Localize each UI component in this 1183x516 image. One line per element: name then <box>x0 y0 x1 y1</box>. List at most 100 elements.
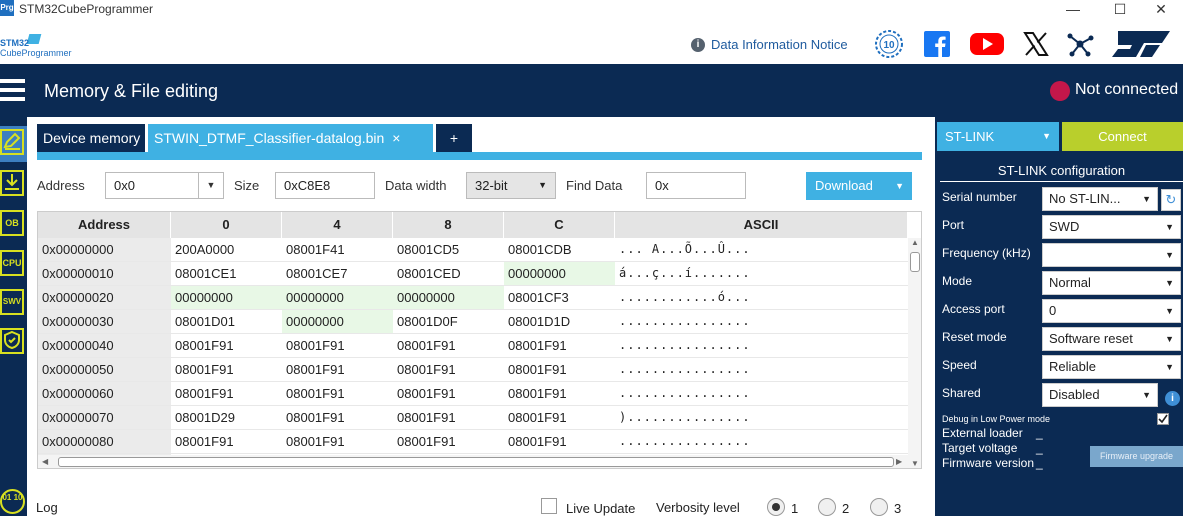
data-cell[interactable]: 08001CED <box>393 262 504 285</box>
table-row[interactable]: 0x00000080 08001F91 08001F91 08001F91 08001F… <box>38 430 908 454</box>
table-row[interactable]: 0x00000000 200A0000 08001F41 08001CD5 08001C… <box>38 238 908 262</box>
config-select[interactable]: Normal ▼ <box>1042 271 1181 295</box>
verbosity-radio-1[interactable] <box>767 498 785 516</box>
horizontal-scroll-thumb[interactable] <box>58 457 894 467</box>
download-button[interactable]: Download ▼ <box>806 172 912 200</box>
ascii-cell[interactable]: ... A...Õ...Û... <box>615 238 908 261</box>
scroll-left-icon[interactable]: ◀ <box>42 457 48 466</box>
interface-select[interactable]: ST-LINK ▼ <box>937 122 1059 151</box>
x-icon[interactable] <box>1023 31 1049 57</box>
data-cell[interactable]: 08001F91 <box>282 430 393 453</box>
ascii-cell[interactable]: ................ <box>615 430 908 453</box>
size-input[interactable]: 0xC8E8 <box>275 172 375 199</box>
security-shield-icon[interactable] <box>0 328 24 354</box>
vertical-scrollbar[interactable]: ▲ ▼ <box>908 238 921 468</box>
youtube-icon[interactable] <box>969 31 1005 57</box>
data-information-notice-link[interactable]: Data Information Notice <box>711 37 848 52</box>
data-cell[interactable]: 08001F91 <box>393 406 504 429</box>
firmware-upgrade-button[interactable]: Firmware upgrade <box>1090 446 1183 467</box>
address-input[interactable]: 0x0 ▼ <box>105 172 224 199</box>
data-cell[interactable]: 08001F91 <box>393 358 504 381</box>
close-window-button[interactable]: ✕ <box>1139 0 1183 20</box>
data-cell[interactable]: 08001F91 <box>282 334 393 357</box>
config-select[interactable]: 0 ▼ <box>1042 299 1181 323</box>
swv-icon[interactable]: SWV <box>0 289 24 315</box>
config-select[interactable]: No ST-LIN... ▼ <box>1042 187 1158 211</box>
data-cell[interactable]: 08001F91 <box>171 358 282 381</box>
cpu-icon[interactable]: CPU <box>0 250 24 276</box>
live-update-checkbox[interactable] <box>541 498 557 514</box>
data-cell[interactable]: 00000000 <box>504 262 615 285</box>
table-row[interactable]: 0x00000020 00000000 00000000 00000000 08001C… <box>38 286 908 310</box>
debug-low-power-checkbox[interactable] <box>1157 413 1169 425</box>
data-cell[interactable]: 08001F91 <box>282 358 393 381</box>
data-cell[interactable]: 00000000 <box>171 286 282 309</box>
data-cell[interactable]: 08001D29 <box>171 406 282 429</box>
connect-button[interactable]: Connect <box>1062 122 1183 151</box>
data-cell[interactable]: 08001CF3 <box>504 286 615 309</box>
table-row[interactable]: 0x00000050 08001F91 08001F91 08001F91 08001F… <box>38 358 908 382</box>
data-cell[interactable]: 08001F91 <box>504 358 615 381</box>
maximize-button[interactable]: ☐ <box>1098 0 1142 20</box>
data-cell[interactable]: 08001F91 <box>171 382 282 405</box>
scroll-down-icon[interactable]: ▼ <box>911 459 919 468</box>
config-select[interactable]: Disabled ▼ <box>1042 383 1158 407</box>
info-icon[interactable]: i <box>691 38 705 52</box>
data-cell[interactable]: 200A0000 <box>171 238 282 261</box>
ascii-cell[interactable]: ................ <box>615 358 908 381</box>
verbosity-radio-3[interactable] <box>870 498 888 516</box>
ascii-cell[interactable]: ................ <box>615 334 908 357</box>
data-cell[interactable]: 08001D0F <box>393 310 504 333</box>
ascii-cell[interactable]: ............ó... <box>615 286 908 309</box>
info-icon[interactable]: i <box>1165 391 1180 406</box>
add-tab-button[interactable]: + <box>436 124 472 152</box>
find-data-input[interactable]: 0x <box>646 172 746 199</box>
config-select[interactable]: Reliable ▼ <box>1042 355 1181 379</box>
refresh-icon[interactable]: ↻ <box>1161 189 1181 211</box>
close-tab-icon[interactable]: × <box>392 130 400 146</box>
option-bytes-icon[interactable]: OB <box>0 210 24 236</box>
ascii-cell[interactable]: ................ <box>615 382 908 405</box>
table-row[interactable]: 0x00000040 08001F91 08001F91 08001F91 08001F… <box>38 334 908 358</box>
network-icon[interactable] <box>1066 30 1094 58</box>
data-cell[interactable]: 08001F91 <box>282 382 393 405</box>
table-row[interactable]: 0x00000070 08001D29 08001F91 08001F91 08001F… <box>38 406 908 430</box>
chevron-down-icon[interactable]: ▼ <box>895 172 904 200</box>
data-cell[interactable]: 08001D1D <box>504 310 615 333</box>
facebook-icon[interactable] <box>924 31 950 57</box>
data-cell[interactable]: 08001CDB <box>504 238 615 261</box>
data-cell[interactable]: 08001CD5 <box>393 238 504 261</box>
config-select[interactable]: SWD ▼ <box>1042 215 1181 239</box>
anniversary-badge-icon[interactable]: 10 <box>874 29 904 59</box>
data-cell[interactable]: 00000000 <box>393 286 504 309</box>
vertical-scroll-thumb[interactable] <box>910 252 920 272</box>
data-cell[interactable]: 08001D01 <box>171 310 282 333</box>
data-cell[interactable]: 08001F91 <box>171 334 282 357</box>
data-cell[interactable]: 08001F91 <box>393 430 504 453</box>
data-cell[interactable]: 08001F91 <box>393 382 504 405</box>
table-row[interactable]: 0x00000060 08001F91 08001F91 08001F91 08001F… <box>38 382 908 406</box>
ascii-cell[interactable]: á...ç...í....... <box>615 262 908 285</box>
minimize-button[interactable]: — <box>1051 0 1095 20</box>
data-cell[interactable]: 08001CE7 <box>282 262 393 285</box>
data-width-select[interactable]: 32-bit ▼ <box>466 172 556 199</box>
data-cell[interactable]: 08001CE1 <box>171 262 282 285</box>
data-cell[interactable]: 08001F91 <box>504 382 615 405</box>
scroll-up-icon[interactable]: ▲ <box>911 238 919 247</box>
tab-device-memory[interactable]: Device memory <box>37 124 145 152</box>
data-cell[interactable]: 00000000 <box>282 286 393 309</box>
menu-icon[interactable] <box>0 79 25 101</box>
data-cell[interactable]: 08001F91 <box>282 406 393 429</box>
data-cell[interactable]: 00000000 <box>282 310 393 333</box>
memory-edit-icon[interactable] <box>0 129 24 155</box>
config-select[interactable]: Software reset ▼ <box>1042 327 1181 351</box>
data-cell[interactable]: 08001F91 <box>504 430 615 453</box>
horizontal-scrollbar[interactable]: ◀ ▶ <box>38 455 908 468</box>
data-cell[interactable]: 08001F91 <box>504 406 615 429</box>
tab-file[interactable]: STWIN_DTMF_Classifier-datalog.bin × <box>148 124 433 152</box>
download-icon[interactable] <box>0 170 24 196</box>
verbosity-radio-2[interactable] <box>818 498 836 516</box>
binary-icon[interactable]: 01 10 <box>0 489 25 514</box>
ascii-cell[interactable]: )............... <box>615 406 908 429</box>
config-select[interactable]: ▼ <box>1042 243 1181 267</box>
